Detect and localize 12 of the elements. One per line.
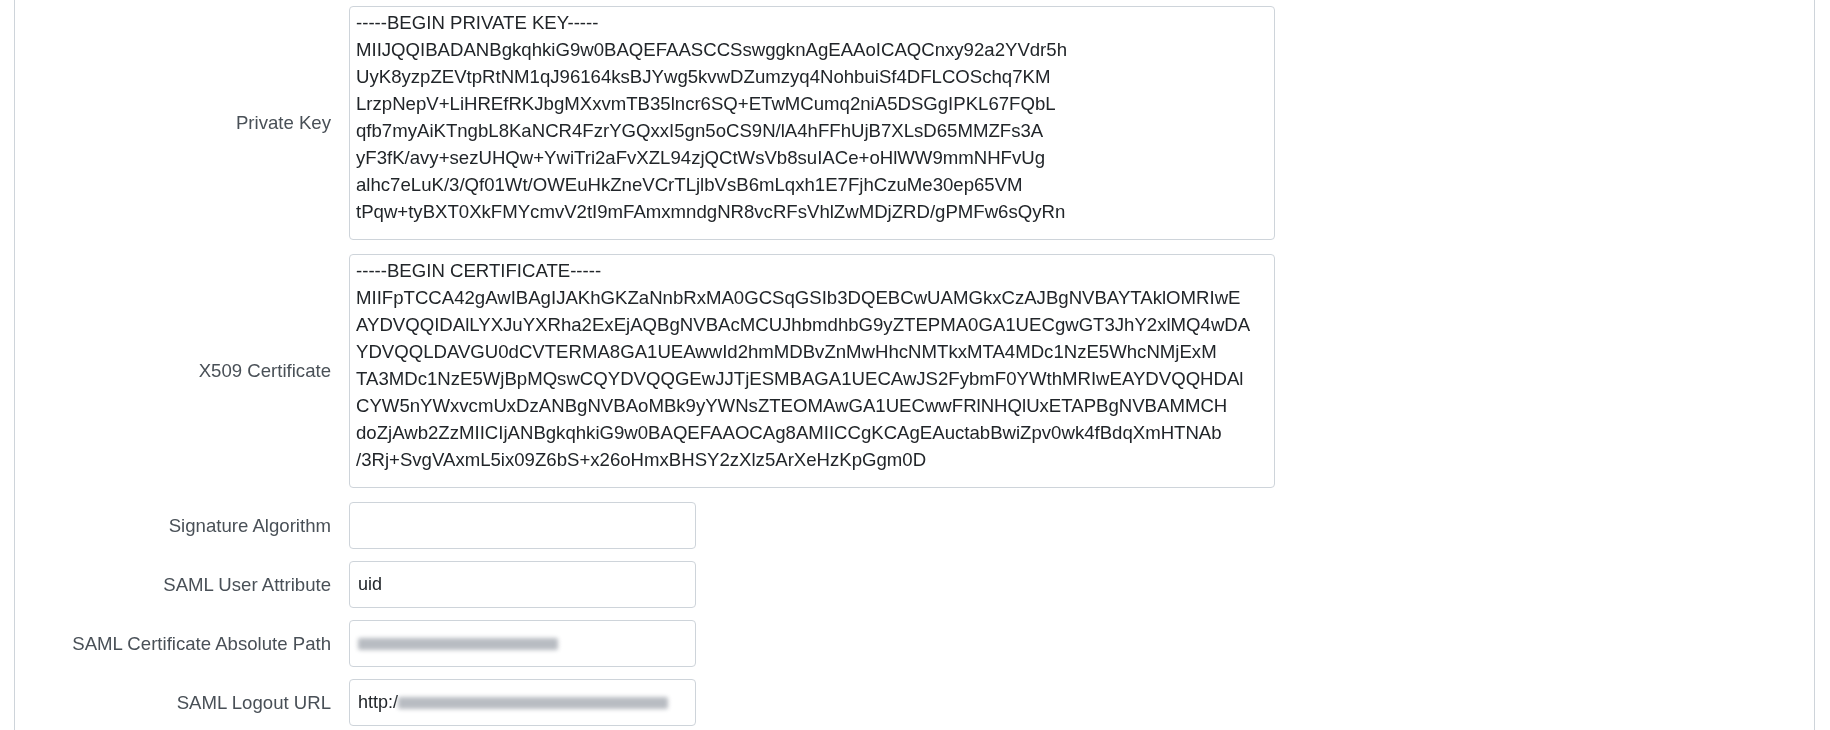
- field-label: Private Key: [234, 111, 332, 136]
- field-label: SAML User Attribute: [162, 572, 332, 597]
- input-field[interactable]: http:/: [349, 679, 696, 726]
- field-label: SAML Certificate Absolute Path: [71, 631, 332, 656]
- input-field[interactable]: [349, 620, 696, 667]
- text-area[interactable]: -----BEGIN PRIVATE KEY----- MIIJQQIBADANBgkqhkiG9w0BAQEFAASCCSswggknAgEAAoICAQCnxy92a2YVdr5h UyK8yzpZEVtpRtNM1qJ96164ksBJYwg5kvwDZumzyq4NohbuiSf4DFLCOSchq7KM LrzpNepV+LiHREfRKJbgMXxvmTB35lncr6SQ+ETwMCumq2niA5DSGgIPKL67FQbL qfb7myAiKTngbL8KaNCR4FzrYGQxxI5gn5oCS9N/lA4hFFhUjB7XLsD65MMZFs3A yF3fK/avy+sezUHQw+YwiTri2aFvXZL94zjQCtWsVb8suIACe+oHlWW9mmNHFvUg alhc7eLuK/3/Qf01Wt/OWEuHkZneVCrTLjlbVsB6mLqxh1E7FjhCzuMe30ep65VM tPqw+tyBXT0XkFMYcmvV2tI9mFAmxmndgNR8vcRFsVhlZwMDjZRD/gPMFw6sQyRn: [349, 6, 1275, 240]
- input-field[interactable]: uid: [349, 561, 696, 608]
- field-label: SAML Logout URL: [175, 690, 332, 715]
- field-label: Signature Algorithm: [167, 513, 332, 538]
- text-area[interactable]: -----BEGIN CERTIFICATE----- MIIFpTCCA42gAwIBAgIJAKhGKZaNnbRxMA0GCSqGSIb3DQEBCwUAMGkxCzAJBgNVBAYTAklOMRIwE AYDVQQIDAlLYXJuYXRha2ExEjAQBgNVBAcMCUJhbmdhbG9yZTEPMA0GA1UECgwGT3JhY2xlMQ4wDA YDVQQLDAVGU0dCVTERMA8GA1UEAwwId2hmMDBvZnMwHhcNMTkxMTA4MDc1NzE5WhcNMjExM TA3MDc1NzE5WjBpMQswCQYDVQQGEwJJTjESMBAGA1UECAwJS2FybmF0YWthMRIwEAYDVQQHDAl CYW5nYWxvcmUxDzANBgNVBAoMBk9yYWNsZTEOMAwGA1UECwwFRlNHQlUxETAPBgNVBAMMCH doZjAwb2ZzMIICIjANBgkqhkiG9w0BAQEFAAOCAg8AMIICCgKCAgEAuctabBwiZpv0wk4fBdqXmHTNAb /3Rj+SvgVAxmL5ix09Z6bS+x26oHmxBHSY2zXlz5ArXeHzKpGgm0D: [349, 254, 1275, 488]
- field-label: X509 Certificate: [197, 359, 332, 384]
- input-field[interactable]: [349, 502, 696, 549]
